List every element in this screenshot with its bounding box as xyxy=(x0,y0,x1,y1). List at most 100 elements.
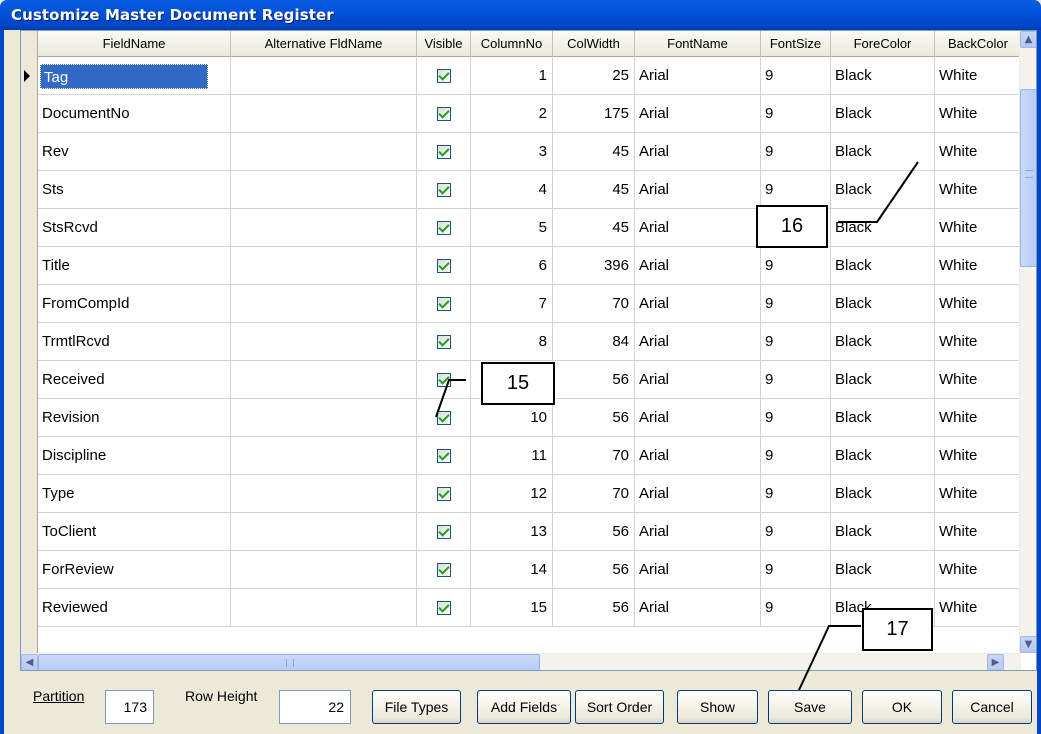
cell-fieldname[interactable]: Rev xyxy=(38,133,231,171)
cell-alt-fldname[interactable] xyxy=(231,513,417,551)
cancel-button[interactable]: Cancel xyxy=(952,690,1032,724)
visible-checkbox[interactable] xyxy=(436,297,451,312)
cell-forecolor[interactable]: Black xyxy=(831,361,935,399)
cell-fontsize[interactable]: 9 xyxy=(761,475,831,513)
cell-fontname[interactable]: Arial xyxy=(635,247,761,285)
column-header-columnno[interactable]: ColumnNo xyxy=(471,31,553,57)
cell-fieldname[interactable]: Sts xyxy=(38,171,231,209)
cell-fontsize[interactable]: 9 xyxy=(761,247,831,285)
cell-columnno[interactable]: 3 xyxy=(471,133,553,171)
cell-colwidth[interactable]: 70 xyxy=(553,437,635,475)
scroll-down-icon[interactable]: ▼ xyxy=(1020,636,1036,653)
cell-forecolor[interactable]: Black xyxy=(831,323,935,361)
cell-alt-fldname[interactable] xyxy=(231,475,417,513)
cell-backcolor[interactable]: White xyxy=(935,589,1022,627)
cell-fontsize[interactable]: 9 xyxy=(761,589,831,627)
cell-forecolor[interactable]: Black xyxy=(831,171,935,209)
cell-forecolor[interactable]: Black xyxy=(831,285,935,323)
table-row[interactable]: FromCompId 7 70 Arial 9 Black White xyxy=(21,285,1036,323)
column-header-alt-fldname[interactable]: Alternative FldName xyxy=(231,31,417,57)
cell-fontname[interactable]: Arial xyxy=(635,171,761,209)
cell-columnno[interactable]: 15 xyxy=(471,589,553,627)
cell-colwidth[interactable]: 70 xyxy=(553,475,635,513)
cell-fontname[interactable]: Arial xyxy=(635,209,761,247)
cell-alt-fldname[interactable] xyxy=(231,247,417,285)
horizontal-scroll-thumb[interactable] xyxy=(38,654,540,670)
cell-backcolor[interactable]: White xyxy=(935,247,1022,285)
cell-columnno[interactable]: 12 xyxy=(471,475,553,513)
cell-fontname[interactable]: Arial xyxy=(635,589,761,627)
cell-visible[interactable] xyxy=(417,475,471,513)
cell-backcolor[interactable]: White xyxy=(935,95,1022,133)
sort-order-button[interactable]: Sort Order xyxy=(575,690,664,724)
scroll-left-icon[interactable]: ◀ xyxy=(21,654,38,670)
cell-visible[interactable] xyxy=(417,95,471,133)
cell-fontname[interactable]: Arial xyxy=(635,57,761,95)
cell-visible[interactable] xyxy=(417,285,471,323)
table-row[interactable]: Type 12 70 Arial 9 Black White xyxy=(21,475,1036,513)
table-row[interactable]: Discipline 11 70 Arial 9 Black White xyxy=(21,437,1036,475)
cell-colwidth[interactable]: 70 xyxy=(553,285,635,323)
cell-forecolor[interactable]: Black xyxy=(831,57,935,95)
visible-checkbox[interactable] xyxy=(436,525,451,540)
cell-forecolor[interactable]: Black xyxy=(831,209,935,247)
column-header-fontname[interactable]: FontName xyxy=(635,31,761,57)
cell-visible[interactable] xyxy=(417,513,471,551)
cell-colwidth[interactable]: 45 xyxy=(553,133,635,171)
cell-fieldname[interactable]: Title xyxy=(38,247,231,285)
cell-columnno[interactable]: 6 xyxy=(471,247,553,285)
cell-alt-fldname[interactable] xyxy=(231,323,417,361)
cell-columnno[interactable]: 11 xyxy=(471,437,553,475)
cell-fontname[interactable]: Arial xyxy=(635,437,761,475)
cell-visible[interactable] xyxy=(417,361,471,399)
cell-alt-fldname[interactable] xyxy=(231,57,417,95)
cell-columnno[interactable]: 2 xyxy=(471,95,553,133)
cell-fontname[interactable]: Arial xyxy=(635,323,761,361)
cell-columnno[interactable]: 7 xyxy=(471,285,553,323)
cell-visible[interactable] xyxy=(417,133,471,171)
cell-fontname[interactable]: Arial xyxy=(635,285,761,323)
show-button[interactable]: Show xyxy=(677,690,758,724)
cell-forecolor[interactable]: Black xyxy=(831,133,935,171)
cell-fontsize[interactable]: 9 xyxy=(761,513,831,551)
cell-fontname[interactable]: Arial xyxy=(635,399,761,437)
cell-backcolor[interactable]: White xyxy=(935,323,1022,361)
cell-forecolor[interactable]: Black xyxy=(831,247,935,285)
cell-fieldname[interactable]: StsRcvd xyxy=(38,209,231,247)
visible-checkbox[interactable] xyxy=(436,449,451,464)
cell-colwidth[interactable]: 56 xyxy=(553,361,635,399)
cell-colwidth[interactable]: 45 xyxy=(553,209,635,247)
cell-colwidth[interactable]: 84 xyxy=(553,323,635,361)
field-grid[interactable]: FieldName Alternative FldName Visible Colum… xyxy=(20,30,1037,671)
cell-forecolor[interactable]: Black xyxy=(831,513,935,551)
cell-fieldname[interactable]: Received xyxy=(38,361,231,399)
cell-fontname[interactable]: Arial xyxy=(635,513,761,551)
cell-fontname[interactable]: Arial xyxy=(635,95,761,133)
cell-fieldname[interactable]: Revision xyxy=(38,399,231,437)
visible-checkbox[interactable] xyxy=(436,601,451,616)
save-button[interactable]: Save xyxy=(768,690,852,724)
cell-fieldname[interactable]: Tag xyxy=(38,57,231,95)
selected-field-editor[interactable]: Tag xyxy=(40,64,208,89)
cell-visible[interactable] xyxy=(417,589,471,627)
cell-fontsize[interactable]: 9 xyxy=(761,171,831,209)
cell-forecolor[interactable]: Black xyxy=(831,399,935,437)
visible-checkbox[interactable] xyxy=(436,373,451,388)
cell-backcolor[interactable]: White xyxy=(935,285,1022,323)
visible-checkbox[interactable] xyxy=(436,411,451,426)
cell-colwidth[interactable]: 45 xyxy=(553,171,635,209)
cell-colwidth[interactable]: 175 xyxy=(553,95,635,133)
vertical-scroll-thumb[interactable] xyxy=(1020,89,1036,267)
visible-checkbox[interactable] xyxy=(436,259,451,274)
column-header-backcolor[interactable]: BackColor xyxy=(935,31,1022,57)
cell-backcolor[interactable]: White xyxy=(935,209,1022,247)
cell-columnno[interactable]: 4 xyxy=(471,171,553,209)
cell-visible[interactable] xyxy=(417,399,471,437)
cell-colwidth[interactable]: 25 xyxy=(553,57,635,95)
column-header-forecolor[interactable]: ForeColor xyxy=(831,31,935,57)
cell-visible[interactable] xyxy=(417,323,471,361)
cell-alt-fldname[interactable] xyxy=(231,589,417,627)
cell-colwidth[interactable]: 56 xyxy=(553,589,635,627)
cell-alt-fldname[interactable] xyxy=(231,209,417,247)
table-row[interactable]: Tag 1 25 Arial 9 Black White xyxy=(21,57,1036,95)
